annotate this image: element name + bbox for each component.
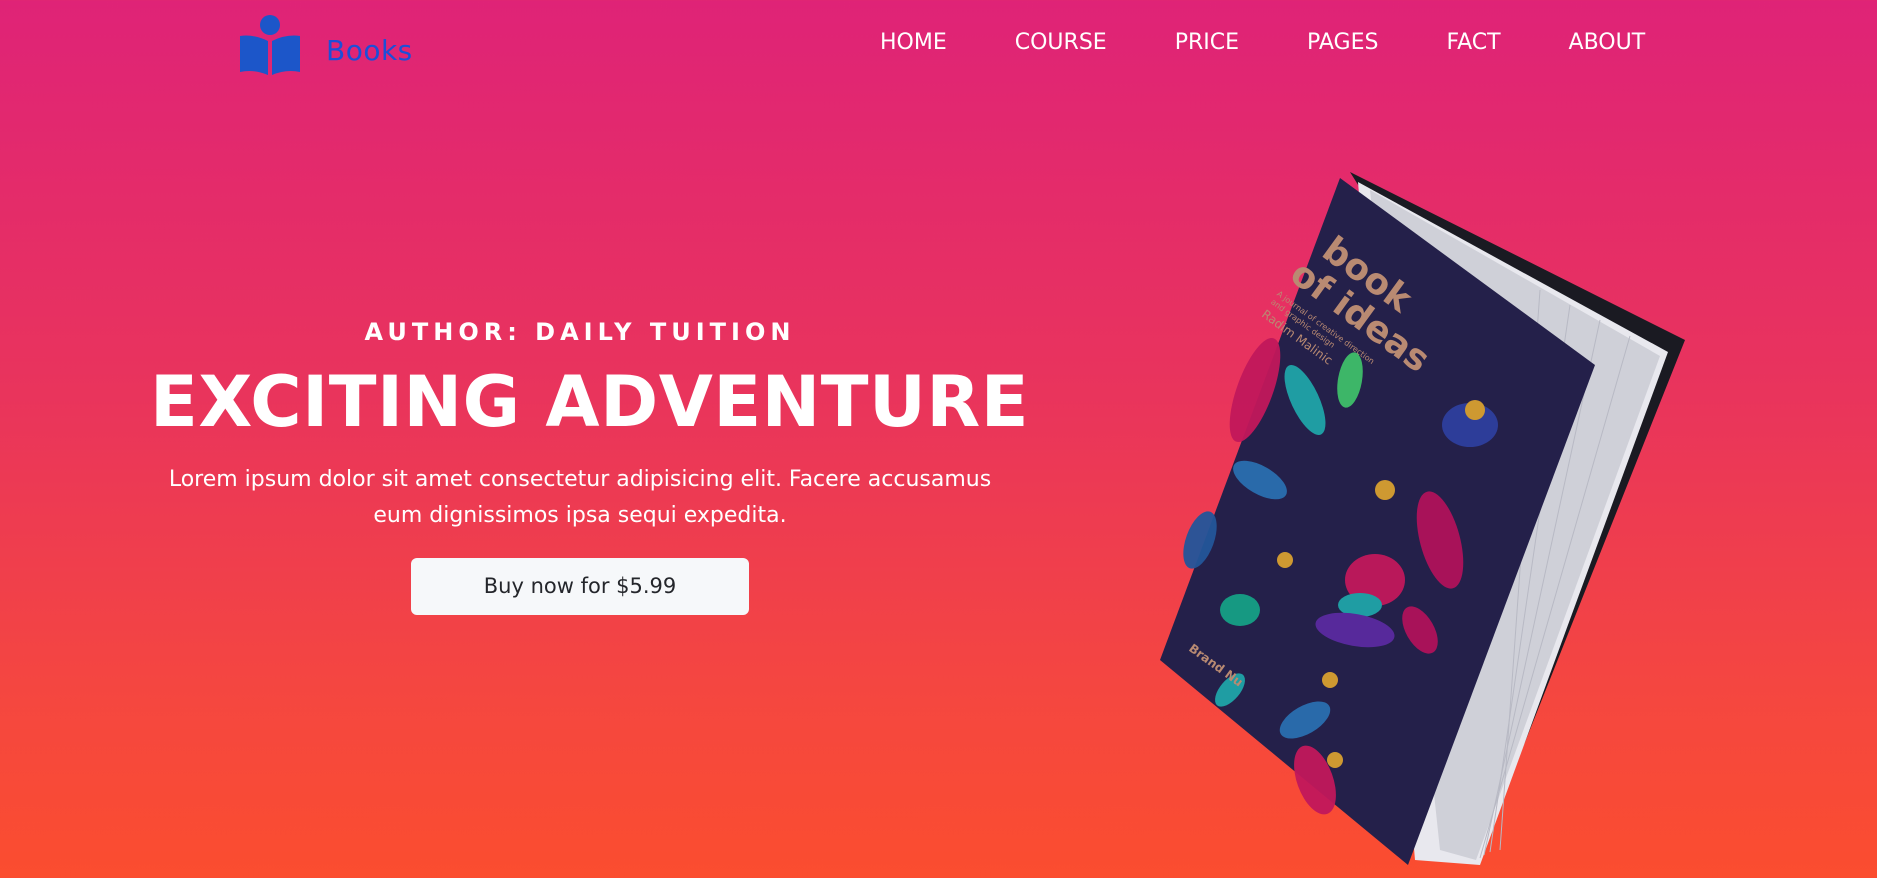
brand-logo[interactable]: Books [238,14,413,76]
hero-description: Lorem ipsum dolor sit amet consectetur a… [168,466,992,528]
hero-title: EXCITING ADVENTURE [150,361,1030,443]
hero-section: AUTHOR: DAILY TUITION EXCITING ADVENTURE… [150,318,1030,615]
brand-name: Books [326,33,413,67]
nav-course[interactable]: COURSE [1015,30,1107,55]
main-nav: HOME COURSE PRICE PAGES FACT ABOUT [880,30,1645,55]
buy-now-button[interactable]: Buy now for $5.99 [411,557,749,615]
nav-about[interactable]: ABOUT [1569,30,1646,55]
nav-pages[interactable]: PAGES [1307,30,1378,55]
author-line: AUTHOR: DAILY TUITION [364,318,796,346]
nav-home[interactable]: HOME [880,30,947,55]
nav-fact[interactable]: FACT [1446,30,1500,55]
book-cover-image: book of ideas A journal of creative dire… [1140,160,1700,878]
book-illustration: book of ideas A journal of creative dire… [1160,172,1685,865]
reader-book-icon [240,15,300,75]
nav-price[interactable]: PRICE [1175,30,1239,55]
